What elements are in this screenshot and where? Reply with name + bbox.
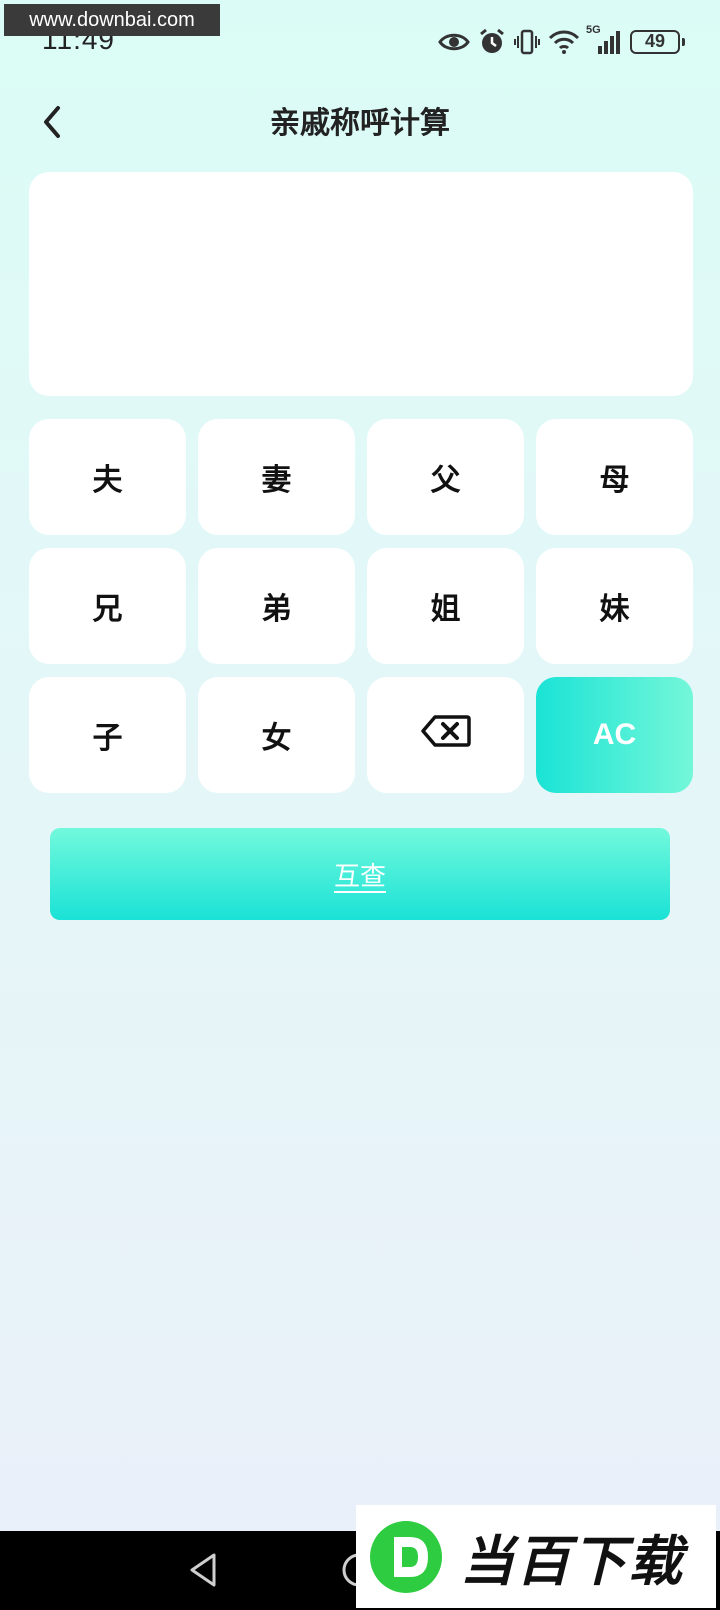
key-elder-sister[interactable]: 姐 [367, 548, 524, 664]
key-father[interactable]: 父 [367, 419, 524, 535]
network-type: 5G [586, 24, 601, 36]
mutual-query-button[interactable]: 互查 [50, 828, 670, 920]
key-son[interactable]: 子 [29, 677, 186, 793]
header: 亲戚称呼计算 [0, 90, 720, 156]
watermark-logo-text: 当百下载 [460, 1530, 684, 1593]
alarm-icon [478, 28, 506, 56]
download-logo-icon [370, 1520, 442, 1593]
watermark-logo: 当百下载 [356, 1505, 716, 1608]
key-daughter[interactable]: 女 [198, 677, 355, 793]
key-younger-brother[interactable]: 弟 [198, 548, 355, 664]
key-younger-sister[interactable]: 妹 [536, 548, 693, 664]
signal-icon: 5G [586, 24, 622, 56]
key-mother[interactable]: 母 [536, 419, 693, 535]
result-display [29, 172, 693, 396]
relation-keypad: 夫 妻 父 母 兄 弟 姐 妹 子 女 AC [29, 419, 693, 793]
key-wife[interactable]: 妻 [198, 419, 355, 535]
status-icons: 5G 49 [438, 24, 685, 58]
nav-back-icon [186, 1553, 220, 1593]
key-husband[interactable]: 夫 [29, 419, 186, 535]
backspace-button[interactable] [367, 677, 524, 793]
key-elder-brother[interactable]: 兄 [29, 548, 186, 664]
vibrate-icon [514, 28, 540, 56]
watermark-url: www.downbai.com [4, 4, 220, 36]
mutual-query-label: 互查 [333, 861, 386, 892]
wifi-icon [548, 29, 580, 55]
nav-back-button[interactable] [186, 1551, 220, 1593]
page-title: 亲戚称呼计算 [270, 106, 450, 141]
eye-icon [438, 31, 470, 53]
clear-all-button[interactable]: AC [536, 677, 693, 793]
backspace-icon [420, 714, 471, 756]
battery-icon: 49 [630, 30, 685, 54]
